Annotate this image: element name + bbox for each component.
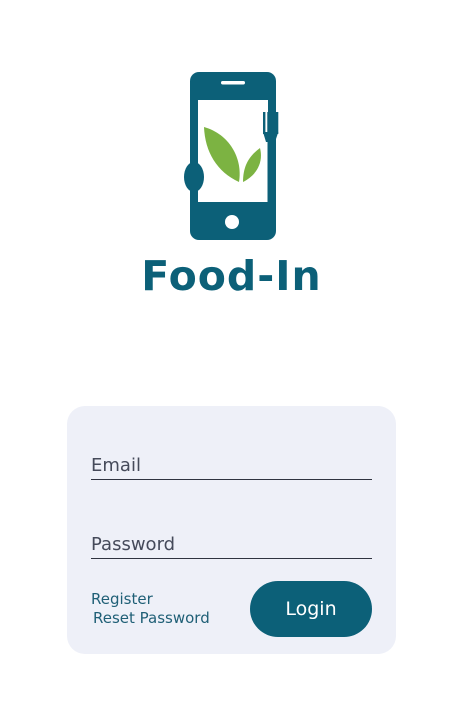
login-card: Register Reset Password Login (67, 406, 396, 654)
app-name: Food-In (141, 252, 322, 300)
password-field-container (91, 532, 372, 559)
password-field[interactable] (91, 532, 372, 556)
reset-password-link[interactable]: Reset Password (93, 609, 210, 627)
login-button[interactable]: Login (250, 581, 372, 637)
email-field-container (91, 453, 372, 480)
login-screen: Food-In Register Reset Password Login (0, 0, 471, 707)
food-in-logo-icon (184, 72, 279, 240)
email-field[interactable] (91, 453, 372, 477)
register-link[interactable]: Register (91, 590, 153, 608)
